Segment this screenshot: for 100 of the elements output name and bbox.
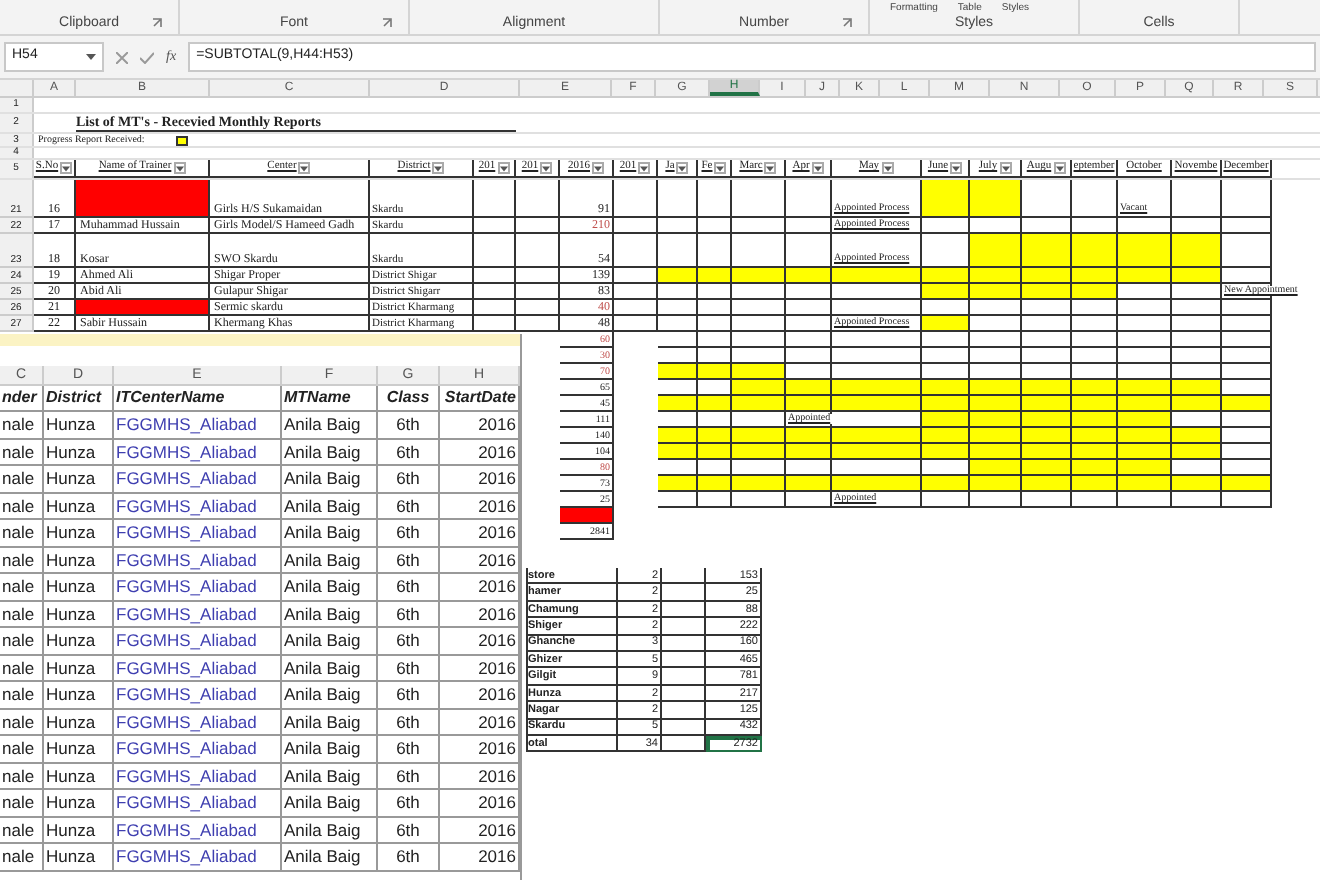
table-cell: Hunza bbox=[44, 709, 114, 736]
caret-icon bbox=[542, 165, 551, 171]
link-cell[interactable]: FGGMHS_Aliabad bbox=[114, 520, 282, 547]
link-cell[interactable]: FGGMHS_Aliabad bbox=[114, 412, 282, 439]
empty-cell bbox=[662, 685, 706, 703]
link-cell[interactable]: FGGMHS_Aliabad bbox=[114, 547, 282, 574]
filter-button[interactable] bbox=[881, 162, 894, 174]
table-cell: Anila Baig bbox=[282, 439, 378, 466]
column-header: MTName bbox=[282, 386, 378, 412]
table-cell: nale bbox=[0, 709, 44, 736]
table-cell: 2016 bbox=[440, 574, 520, 601]
table-cell: Anila Baig bbox=[282, 763, 378, 790]
caret-icon bbox=[716, 165, 725, 171]
filter-button[interactable] bbox=[298, 162, 311, 174]
swatch-icon bbox=[176, 136, 189, 146]
filter-button[interactable] bbox=[1053, 162, 1066, 174]
check-icon[interactable] bbox=[140, 51, 154, 63]
filter-button[interactable] bbox=[497, 162, 510, 174]
close-icon[interactable] bbox=[116, 51, 128, 63]
empty-cell bbox=[662, 702, 706, 720]
link-cell[interactable]: FGGMHS_Aliabad bbox=[114, 493, 282, 520]
table-cell: 6th bbox=[378, 817, 440, 844]
link-cell[interactable]: FGGMHS_Aliabad bbox=[114, 628, 282, 655]
table-cell: 2016 bbox=[440, 412, 520, 439]
filter-button[interactable] bbox=[592, 162, 604, 174]
link-cell[interactable]: FGGMHS_Aliabad bbox=[114, 574, 282, 601]
empty-cell bbox=[662, 635, 706, 652]
table-cell: nale bbox=[0, 493, 44, 520]
filter-button[interactable] bbox=[999, 162, 1012, 174]
link-cell[interactable]: FGGMHS_Aliabad bbox=[114, 439, 282, 466]
empty-cell bbox=[662, 618, 706, 636]
table-cell: Anila Baig bbox=[282, 466, 378, 493]
empty-cell bbox=[662, 568, 706, 585]
table-cell: 2016 bbox=[440, 736, 520, 763]
table-cell: 2016 bbox=[440, 520, 520, 547]
table-cell: Anila Baig bbox=[282, 628, 378, 655]
table-cell: nale bbox=[0, 736, 44, 763]
table-cell: 2016 bbox=[440, 763, 520, 790]
table-cell: Hunza bbox=[44, 412, 114, 439]
table-cell: Anila Baig bbox=[282, 736, 378, 763]
table-cell: Anila Baig bbox=[282, 547, 378, 574]
table-cell: 2016 bbox=[440, 709, 520, 736]
link-cell[interactable]: FGGMHS_Aliabad bbox=[114, 817, 282, 844]
filter-button[interactable] bbox=[714, 162, 727, 174]
empty-cell bbox=[662, 735, 706, 753]
column-header: Class bbox=[378, 386, 440, 412]
link-cell[interactable]: FGGMHS_Aliabad bbox=[114, 736, 282, 763]
table-cell: Hunza bbox=[44, 790, 114, 817]
filter-button[interactable] bbox=[764, 162, 777, 174]
caret-icon bbox=[952, 165, 961, 171]
filter-button[interactable] bbox=[811, 162, 824, 174]
dialog-launcher-icon[interactable] bbox=[152, 18, 162, 28]
caret-icon bbox=[499, 165, 508, 171]
table-cell: Hunza bbox=[44, 466, 114, 493]
table-cell: Hunza bbox=[44, 493, 114, 520]
table-cell: 2016 bbox=[440, 844, 520, 871]
filter-button[interactable] bbox=[950, 162, 963, 174]
filter-button[interactable] bbox=[432, 162, 445, 174]
table-cell: 6th bbox=[378, 655, 440, 682]
link-cell[interactable]: FGGMHS_Aliabad bbox=[114, 682, 282, 709]
filter-button[interactable] bbox=[60, 162, 73, 174]
table-cell: Hunza bbox=[44, 439, 114, 466]
table-cell: Hunza bbox=[44, 844, 114, 871]
filter-button[interactable] bbox=[540, 162, 553, 174]
filter-button[interactable] bbox=[676, 162, 689, 174]
link-cell[interactable]: FGGMHS_Aliabad bbox=[114, 466, 282, 493]
dialog-launcher-icon[interactable] bbox=[842, 18, 852, 28]
link-cell[interactable]: FGGMHS_Aliabad bbox=[114, 763, 282, 790]
table-cell: nale bbox=[0, 790, 44, 817]
caret-icon bbox=[86, 54, 96, 60]
table-cell: 6th bbox=[378, 439, 440, 466]
table-cell: Hunza bbox=[44, 547, 114, 574]
empty-cell bbox=[662, 584, 706, 602]
filter-button[interactable] bbox=[638, 162, 651, 174]
table-cell: Hunza bbox=[44, 736, 114, 763]
table-cell: 2016 bbox=[440, 439, 520, 466]
column-header: District bbox=[44, 386, 114, 412]
dialog-launcher-icon[interactable] bbox=[382, 18, 392, 28]
table-cell: 6th bbox=[378, 763, 440, 790]
table-cell: nale bbox=[0, 844, 44, 871]
table-cell: Anila Baig bbox=[282, 574, 378, 601]
caret-icon bbox=[640, 165, 649, 171]
table-cell: 6th bbox=[378, 790, 440, 817]
table-cell: 6th bbox=[378, 574, 440, 601]
column-header: StartDate bbox=[440, 386, 520, 412]
link-cell[interactable]: FGGMHS_Aliabad bbox=[114, 709, 282, 736]
table-cell: Anila Baig bbox=[282, 709, 378, 736]
table-cell: nale bbox=[0, 817, 44, 844]
empty-cell bbox=[662, 601, 706, 619]
table-cell: 2016 bbox=[440, 817, 520, 844]
table-cell: 2016 bbox=[440, 466, 520, 493]
table-cell: Hunza bbox=[44, 763, 114, 790]
column-header: nder bbox=[0, 386, 44, 412]
table-cell: 2016 bbox=[440, 547, 520, 574]
table-cell: Anila Baig bbox=[282, 493, 378, 520]
link-cell[interactable]: FGGMHS_Aliabad bbox=[114, 790, 282, 817]
link-cell[interactable]: FGGMHS_Aliabad bbox=[114, 601, 282, 628]
filter-button[interactable] bbox=[173, 162, 186, 174]
link-cell[interactable]: FGGMHS_Aliabad bbox=[114, 655, 282, 682]
link-cell[interactable]: FGGMHS_Aliabad bbox=[114, 844, 282, 871]
